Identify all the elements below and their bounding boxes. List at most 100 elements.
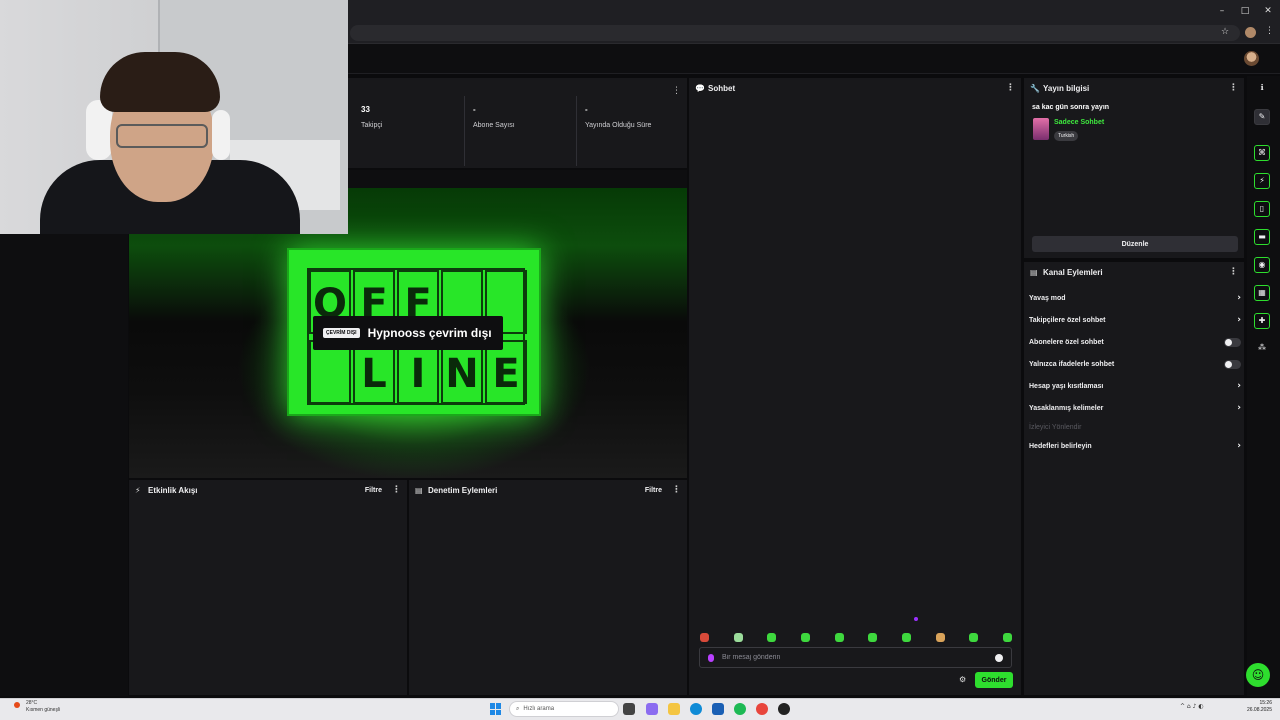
lightning-icon[interactable]: ⚡ xyxy=(1254,173,1270,189)
app-icon[interactable] xyxy=(778,703,790,715)
wrench-icon: 🔧 xyxy=(1030,83,1040,93)
document-icon[interactable]: ▯ xyxy=(1254,201,1270,217)
chat-title: Sohbet xyxy=(708,83,736,93)
profile-avatar[interactable] xyxy=(1245,27,1256,38)
taskbar-search[interactable]: ⌕ Hızlı arama xyxy=(509,701,619,717)
wrench-icon[interactable]: ✚ xyxy=(1254,313,1270,329)
webcam-glasses xyxy=(116,124,208,148)
address-bar[interactable] xyxy=(350,25,1240,41)
mod-menu-icon[interactable]: ⋮ xyxy=(672,485,681,495)
action-emote-only: Yalnızca ifadelerle sohbet xyxy=(1029,357,1241,371)
user-avatar[interactable] xyxy=(1244,51,1259,66)
help-chat-icon[interactable]: ☺ xyxy=(1246,663,1270,687)
emote-icon[interactable] xyxy=(868,632,878,642)
activity-menu-icon[interactable]: ⋮ xyxy=(392,485,401,495)
channel-icon: ▤ xyxy=(1030,267,1038,277)
chevron-right-icon: › xyxy=(1237,381,1241,391)
browser-menu-icon[interactable]: ⋮ xyxy=(1265,26,1274,36)
offline-pill: ÇEVRİM DIŞI xyxy=(323,328,360,338)
action-raid: İzleyici Yönlendir xyxy=(1029,420,1241,434)
dashboard-icon[interactable]: ▦ xyxy=(1254,285,1270,301)
taskbar-search-label: Hızlı arama xyxy=(523,706,555,712)
clock-time: 15:26 xyxy=(1259,700,1272,706)
emote-icon[interactable] xyxy=(901,632,911,642)
stat-value: - xyxy=(473,105,476,114)
store-icon[interactable] xyxy=(712,703,724,715)
file-explorer-icon[interactable] xyxy=(668,703,680,715)
action-label: Takipçilere özel sohbet xyxy=(1029,316,1106,324)
system-tray[interactable]: ^ ⌂ ♪ ◐ xyxy=(1180,703,1204,710)
stat-followers: 33 Takipçi xyxy=(353,96,463,166)
emote-icon[interactable] xyxy=(700,632,709,642)
chrome-icon[interactable] xyxy=(756,703,768,715)
action-banned-words[interactable]: Yasaklanmış kelimeler › xyxy=(1029,401,1241,415)
info-icon[interactable]: ℹ xyxy=(1254,81,1270,97)
offline-text: Hypnooss çevrim dışı xyxy=(367,326,492,340)
windows-taskbar xyxy=(0,698,1280,720)
weather-widget[interactable]: 28°C Kısmen güneşli xyxy=(12,700,60,714)
activity-feed-panel: ⚡ Etkinlik Akışı Filtre ⋮ xyxy=(129,480,407,695)
emote-bar xyxy=(700,630,1012,644)
stat-value: - xyxy=(585,105,588,114)
webcam-overlay xyxy=(0,0,348,234)
maximize-button[interactable]: □ xyxy=(1235,3,1255,19)
spotify-icon[interactable] xyxy=(734,703,746,715)
chat-icon[interactable]: ▬ xyxy=(1254,229,1270,245)
action-set-goals[interactable]: Hedefleri belirleyin › xyxy=(1029,439,1241,453)
emote-icon[interactable] xyxy=(767,632,777,642)
edit-stream-info-button[interactable]: Düzenle xyxy=(1032,236,1238,252)
emoji-icon[interactable] xyxy=(995,653,1003,662)
chat-panel: 💬 Sohbet ⋮ xyxy=(689,78,1021,695)
taskbar-clock[interactable]: 15:26 26.08.2025 xyxy=(1234,700,1272,714)
channel-actions-menu-icon[interactable]: ⋮ xyxy=(1229,267,1238,277)
mod-filter-button[interactable]: Filtre xyxy=(645,487,662,494)
emote-icon[interactable] xyxy=(800,632,810,642)
offline-badge: ÇEVRİM DIŞI Hypnooss çevrim dışı xyxy=(313,316,503,350)
emote-icon[interactable] xyxy=(935,632,945,642)
chat-input-box[interactable] xyxy=(699,647,1012,668)
windows-start-icon[interactable] xyxy=(490,703,502,715)
pencil-icon[interactable]: ✎ xyxy=(1254,109,1270,125)
edge-icon[interactable] xyxy=(690,703,702,715)
subscribers-only-toggle[interactable] xyxy=(1224,337,1241,347)
emote-icon[interactable] xyxy=(1002,632,1012,642)
lightning-icon: ⚡ xyxy=(135,485,141,495)
mod-actions-panel: ▤ Denetim Eylemleri Filtre ⋮ xyxy=(409,480,687,695)
action-followers-only[interactable]: Takipçilere özel sohbet › xyxy=(1029,313,1241,327)
stream-title: sa kac gün sonra yayın xyxy=(1032,104,1110,111)
action-label: İzleyici Yönlendir xyxy=(1029,423,1082,431)
action-label: Yalnızca ifadelerle sohbet xyxy=(1029,360,1115,368)
activity-filter-button[interactable]: Filtre xyxy=(365,487,382,494)
chat-message-input[interactable] xyxy=(722,654,995,661)
emote-icon[interactable] xyxy=(834,632,844,642)
extensions-icon[interactable]: ⁂ xyxy=(1254,341,1270,357)
copilot-icon[interactable] xyxy=(646,703,658,715)
task-view-icon[interactable] xyxy=(623,703,635,715)
stream-info-title: Yayın bilgisi xyxy=(1043,83,1090,93)
clock-date: 26.08.2025 xyxy=(1246,707,1272,713)
emote-icon[interactable] xyxy=(969,632,979,642)
send-button[interactable]: Gönder xyxy=(975,672,1013,688)
microphone-icon[interactable] xyxy=(708,653,714,662)
chevron-right-icon: › xyxy=(1237,403,1241,413)
minimize-button[interactable]: – xyxy=(1212,3,1232,19)
channel-actions-title: Kanal Eylemleri xyxy=(1043,267,1103,277)
action-account-age[interactable]: Hesap yaşı kısıtlaması › xyxy=(1029,379,1241,393)
chat-menu-icon[interactable]: ⋮ xyxy=(1006,83,1015,93)
mod-actions-title: Denetim Eylemleri xyxy=(428,485,498,495)
broadcast-icon[interactable]: ◉ xyxy=(1254,257,1270,273)
stat-label: Takipçi xyxy=(361,122,383,129)
stat-subscribers: - Abone Sayısı xyxy=(465,96,575,166)
stream-info-menu-icon[interactable]: ⋮ xyxy=(1229,83,1238,93)
webcam-headset-right xyxy=(212,110,230,160)
close-button[interactable]: ✕ xyxy=(1258,3,1278,19)
emote-only-toggle[interactable] xyxy=(1224,359,1241,369)
emote-icon[interactable] xyxy=(733,632,743,642)
stream-category[interactable]: Sadece Sohbet xyxy=(1054,119,1104,126)
bookmark-star-icon[interactable]: ☆ xyxy=(1221,27,1229,37)
action-label: Yasaklanmış kelimeler xyxy=(1029,404,1104,412)
clip-icon[interactable]: ⌘ xyxy=(1254,145,1270,161)
action-slow-mode[interactable]: Yavaş mod › xyxy=(1029,291,1241,305)
gear-icon[interactable]: ⚙ xyxy=(959,676,967,684)
stream-tag[interactable]: Turkish xyxy=(1054,131,1079,141)
